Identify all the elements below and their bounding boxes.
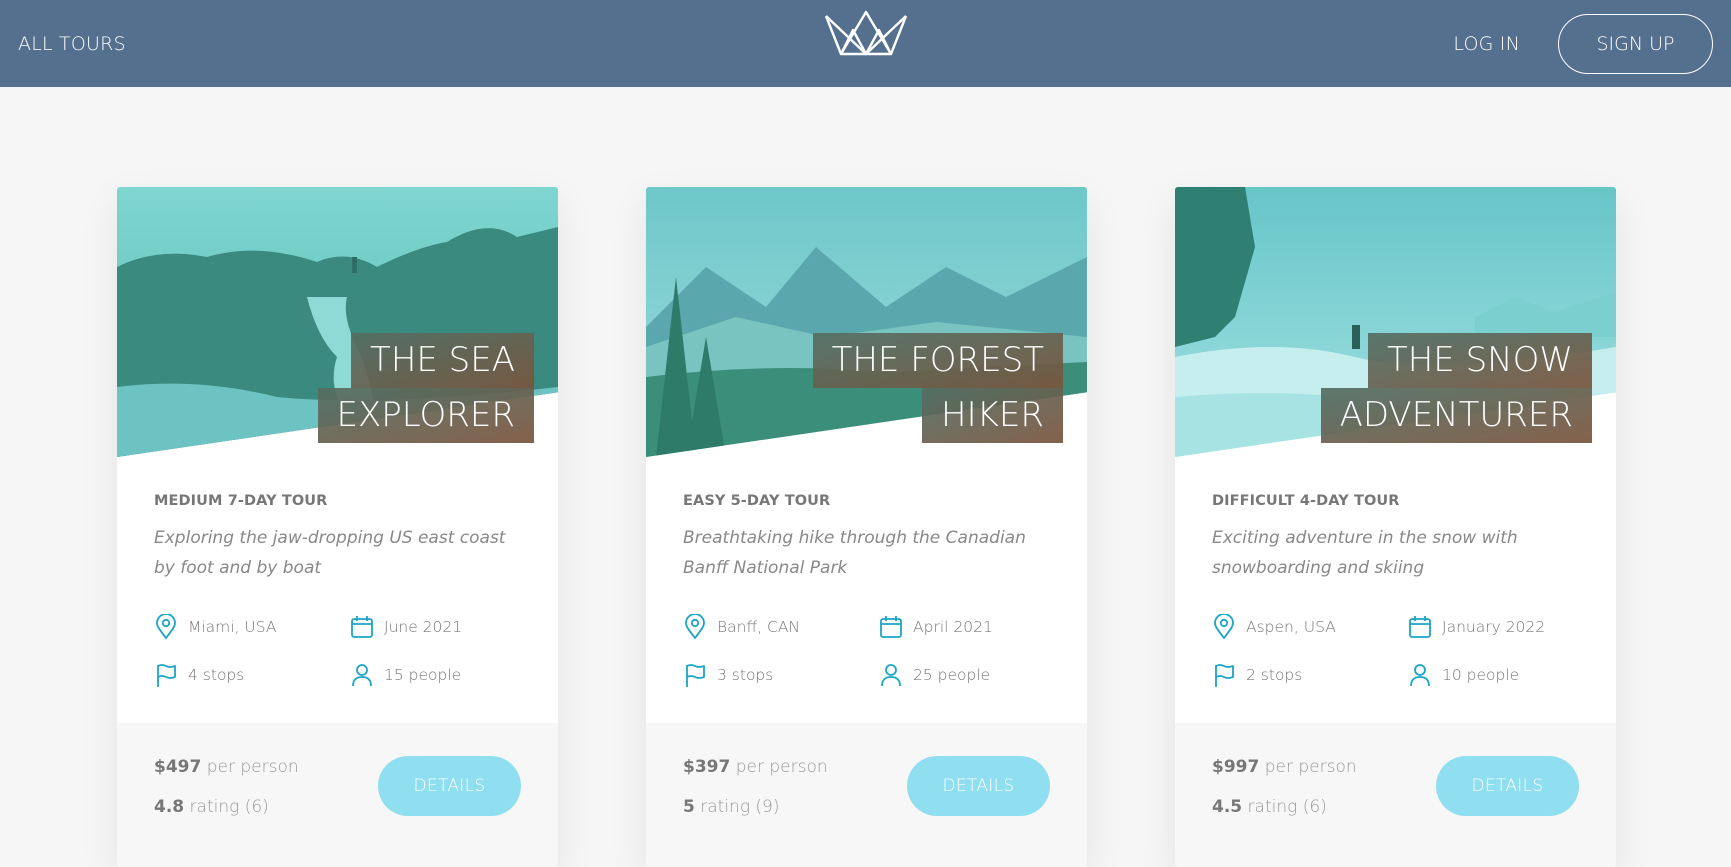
flag-icon xyxy=(157,664,176,687)
details-button[interactable]: DETAILS xyxy=(378,756,521,816)
calendar-icon xyxy=(880,616,902,638)
rating-line: 4.5 rating (6) xyxy=(1212,797,1327,817)
tour-difficulty: EASY 5-DAY TOUR xyxy=(683,493,831,509)
rating-line: 5 rating (9) xyxy=(683,797,780,817)
rating-suffix: rating (6) xyxy=(1247,797,1327,817)
tour-cards: THE SEA EXPLORER MEDIUM 7-DAY TOUR Explo… xyxy=(117,187,1616,867)
price-suffix: per person xyxy=(735,757,828,777)
price-value: $997 xyxy=(1212,757,1260,777)
price-suffix: per person xyxy=(1264,757,1357,777)
price-line: $397 per person xyxy=(683,757,828,777)
tour-title-line: ADVENTURER xyxy=(1320,388,1592,443)
tour-difficulty: MEDIUM 7-DAY TOUR xyxy=(154,493,328,509)
card-footer: $497 per person 4.8 rating (6) DETAILS xyxy=(117,723,558,867)
date-detail: April 2021 xyxy=(879,614,1053,640)
card-footer: $997 per person 4.5 rating (6) DETAILS xyxy=(1175,723,1616,867)
tour-difficulty: DIFFICULT 4-DAY TOUR xyxy=(1212,493,1400,509)
person-icon xyxy=(1410,664,1430,687)
flag-icon xyxy=(1215,664,1234,687)
flag-icon xyxy=(686,664,705,687)
details-button[interactable]: DETAILS xyxy=(1436,756,1579,816)
location-detail: Banff, CAN xyxy=(683,614,879,640)
all-tours-link[interactable]: ALL TOURS xyxy=(18,33,126,55)
location-detail: Miami, USA xyxy=(154,614,350,640)
price-line: $497 per person xyxy=(154,757,299,777)
card-footer: $397 per person 5 rating (9) DETAILS xyxy=(646,723,1087,867)
rating-value: 4.5 xyxy=(1212,797,1243,817)
tour-summary: Exploring the jaw-dropping US east coast… xyxy=(154,528,506,578)
calendar-icon xyxy=(351,616,373,638)
rating-value: 4.8 xyxy=(154,797,185,817)
person-icon xyxy=(352,664,372,687)
tour-title: THE SNOW ADVENTURER xyxy=(1320,333,1592,443)
login-link[interactable]: LOG IN xyxy=(1453,33,1520,55)
price-value: $497 xyxy=(154,757,202,777)
calendar-icon xyxy=(1409,616,1431,638)
rating-value: 5 xyxy=(683,797,695,817)
signup-button[interactable]: SIGN UP xyxy=(1558,13,1713,74)
stops-detail: 2 stops xyxy=(1212,662,1408,688)
tour-title-line: THE SEA xyxy=(351,333,534,388)
people-detail: 10 people xyxy=(1408,662,1582,688)
map-pin-icon xyxy=(156,614,176,640)
rating-suffix: rating (9) xyxy=(700,797,780,817)
price-value: $397 xyxy=(683,757,731,777)
tour-summary: Breathtaking hike through the Canadian B… xyxy=(683,528,1026,578)
crown-icon[interactable] xyxy=(823,10,909,56)
tour-summary: Exciting adventure in the snow with snow… xyxy=(1212,528,1518,578)
person-icon xyxy=(881,664,901,687)
tour-title-line: THE FOREST xyxy=(812,333,1063,388)
tour-title-line: EXPLORER xyxy=(317,388,534,443)
price-line: $997 per person xyxy=(1212,757,1357,777)
tour-title: THE FOREST HIKER xyxy=(812,333,1063,443)
price-suffix: per person xyxy=(206,757,299,777)
site-header: ALL TOURS LOG IN SIGN UP xyxy=(0,0,1731,87)
date-detail: June 2021 xyxy=(350,614,524,640)
tour-card: THE SEA EXPLORER MEDIUM 7-DAY TOUR Explo… xyxy=(117,187,558,867)
details-button[interactable]: DETAILS xyxy=(907,756,1050,816)
rating-suffix: rating (6) xyxy=(189,797,269,817)
map-pin-icon xyxy=(1214,614,1234,640)
stops-detail: 3 stops xyxy=(683,662,879,688)
rating-line: 4.8 rating (6) xyxy=(154,797,269,817)
people-detail: 15 people xyxy=(350,662,524,688)
tour-title-line: HIKER xyxy=(922,388,1063,443)
people-detail: 25 people xyxy=(879,662,1053,688)
stops-detail: 4 stops xyxy=(154,662,350,688)
tour-card: THE SNOW ADVENTURER DIFFICULT 4-DAY TOUR… xyxy=(1175,187,1616,867)
tour-title-line: THE SNOW xyxy=(1367,333,1592,388)
location-detail: Aspen, USA xyxy=(1212,614,1408,640)
tour-card: THE FOREST HIKER EASY 5-DAY TOUR Breatht… xyxy=(646,187,1087,867)
map-pin-icon xyxy=(685,614,705,640)
tour-title: THE SEA EXPLORER xyxy=(317,333,534,443)
date-detail: January 2022 xyxy=(1408,614,1582,640)
